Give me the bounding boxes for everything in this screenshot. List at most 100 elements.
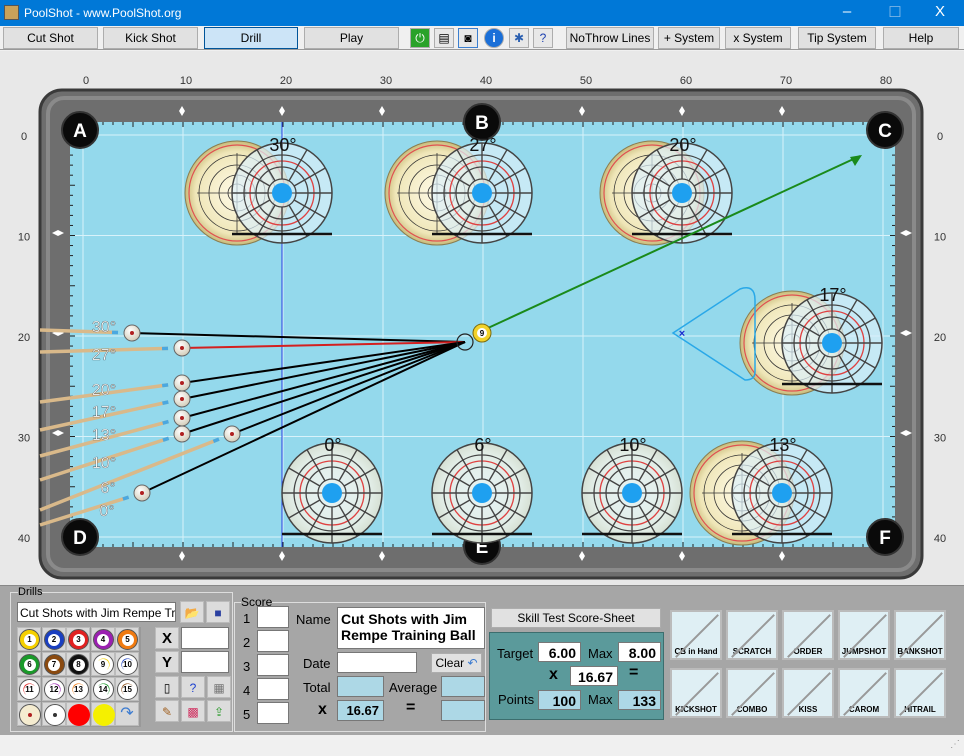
score-row-input[interactable] [257, 606, 289, 628]
ball-8[interactable]: 8 [68, 654, 89, 675]
score-row-input[interactable] [257, 678, 289, 700]
settings-icon[interactable]: ✱ [509, 28, 529, 48]
ball-7[interactable]: 7 [43, 654, 65, 675]
ball-cell[interactable]: 11 [17, 677, 41, 701]
ball-4[interactable]: 4 [92, 629, 114, 650]
redo-icon[interactable]: ↷ [116, 703, 138, 723]
nothrow-lines-button[interactable]: NoThrow Lines [566, 27, 654, 49]
foul-cb-in-hand-button[interactable]: CB in Hand [670, 610, 722, 660]
printer-icon[interactable]: ▤ [434, 28, 454, 48]
ball-1[interactable]: 1 [19, 629, 40, 650]
foul-kickshot-button[interactable]: KICKSHOT [670, 668, 722, 718]
ball-cell[interactable]: 6 [17, 652, 41, 676]
diagram-angle-label: 20° [669, 135, 696, 155]
foul-hitrail-button[interactable]: HITRAIL [894, 668, 946, 718]
foul-kiss-button[interactable]: KISS [782, 668, 834, 718]
ball-14[interactable]: 14 [92, 679, 114, 700]
foul-jumpshot-button[interactable]: JUMPSHOT [838, 610, 890, 660]
open-folder-icon[interactable]: 📂 [180, 601, 204, 623]
resize-grip-icon[interactable]: ⋰ [950, 739, 960, 750]
ball-5[interactable]: 5 [117, 629, 138, 650]
foul-bankshot-button[interactable]: BANKSHOT [894, 610, 946, 660]
ball-cell[interactable]: 1 [17, 627, 41, 651]
doc-help-icon[interactable]: ? [181, 676, 205, 698]
foul-label: CB in Hand [674, 647, 718, 656]
score-row-input[interactable] [257, 630, 289, 652]
cue-tip [122, 495, 130, 501]
maximize-button[interactable]: ☐ [880, 3, 910, 21]
ball-cell[interactable]: 2 [41, 627, 66, 651]
ball-cell[interactable]: 5 [115, 627, 139, 651]
power-icon[interactable]: ⏻ [410, 28, 430, 48]
ball-cell[interactable]: 10 [115, 652, 139, 676]
kick-shot-button[interactable]: Kick Shot [103, 27, 198, 49]
cut-shot-button[interactable]: Cut Shot [3, 27, 98, 49]
ball-cell[interactable]: 7 [41, 652, 66, 676]
ball-cell[interactable]: 14 [90, 677, 115, 701]
ball-9[interactable]: 9 [92, 654, 114, 675]
ball-11[interactable]: 11 [19, 679, 40, 700]
foul-order-button[interactable]: ORDER [782, 610, 834, 660]
clear-button[interactable]: Clear ↶ [431, 653, 482, 673]
cue-tip [162, 419, 169, 425]
ball-3[interactable]: 3 [68, 629, 89, 650]
color-grid-icon[interactable]: ▩ [181, 700, 205, 722]
camera-icon[interactable]: ◙ [458, 28, 478, 48]
ball-cell[interactable] [41, 702, 66, 726]
ball-cell[interactable] [17, 702, 41, 726]
ball-cell[interactable]: 8 [66, 652, 90, 676]
score-row-input[interactable] [257, 654, 289, 676]
ball-cell[interactable]: 15 [115, 677, 139, 701]
info-icon[interactable]: i [484, 28, 504, 48]
max-value[interactable]: 8.00 [618, 642, 661, 662]
ball-cell[interactable] [66, 702, 90, 726]
drill-button[interactable]: Drill [204, 27, 298, 49]
edit-notes-icon[interactable]: ✎ [155, 700, 179, 722]
foul-combo-button[interactable]: COMBO [726, 668, 778, 718]
help-button[interactable]: Help [883, 27, 959, 49]
ball-cell[interactable]: ↷ [115, 702, 139, 726]
save-icon[interactable]: ■ [206, 601, 230, 623]
target-value[interactable]: 6.00 [538, 642, 581, 662]
ball-number: 7 [48, 659, 60, 671]
table-list-icon[interactable]: ▦ [207, 676, 231, 698]
foul-carom-button[interactable]: CAROM [838, 668, 890, 718]
ball-10[interactable]: 10 [117, 654, 138, 675]
ball-15[interactable]: 15 [117, 679, 138, 700]
minimize-button[interactable]: – [832, 3, 862, 20]
yellow-marker-ball[interactable] [92, 704, 115, 726]
ball-2[interactable]: 2 [43, 629, 65, 650]
cue-ball-plain[interactable] [43, 704, 66, 726]
close-button[interactable]: X [925, 3, 955, 20]
ball-6[interactable]: 6 [19, 654, 40, 675]
pocket-c: C [866, 111, 904, 149]
ball-cell[interactable]: 12 [41, 677, 66, 701]
ball-cell[interactable]: 3 [66, 627, 90, 651]
y-input[interactable] [181, 651, 229, 673]
ball-cell[interactable]: 9 [90, 652, 115, 676]
ball-cell[interactable] [90, 702, 115, 726]
ball-cell[interactable]: 13 [66, 677, 90, 701]
pool-table[interactable]: 0 10 20 30 40 50 60 70 800 010 1020 2030 3040 40A B CD E… [0, 51, 964, 585]
export-icon[interactable]: ⇪ [207, 700, 231, 722]
ball-13[interactable]: 13 [68, 679, 89, 700]
help-doc-icon[interactable]: ? [533, 28, 553, 48]
x-system-button[interactable]: x System [725, 27, 791, 49]
play-button[interactable]: Play [304, 27, 399, 49]
ball-12[interactable]: 12 [43, 679, 65, 700]
score-row-input[interactable] [257, 702, 289, 724]
new-doc-icon[interactable]: ▯ [155, 676, 179, 698]
x-input[interactable] [181, 627, 229, 649]
red-marker-ball[interactable] [68, 704, 90, 726]
score-name-input[interactable]: Cut Shots with Jim Rempe Training Ball [337, 607, 485, 649]
date-input[interactable] [337, 652, 417, 673]
cue-ball-red-dot[interactable] [19, 704, 41, 726]
ball-cell[interactable]: 4 [90, 627, 115, 651]
skill-test-score-sheet-button[interactable]: Skill Test Score-Sheet [491, 608, 661, 628]
foul-scratch-button[interactable]: SCRATCH [726, 610, 778, 660]
drill-name-input[interactable]: Cut Shots with Jim Rempe Trainir [17, 602, 176, 622]
table-canvas[interactable]: 0 10 20 30 40 50 60 70 80 0 0 10 10 20 20 30 30 40 40 A B C D E… [0, 51, 964, 585]
aim-dot [472, 483, 492, 503]
tip-system-button[interactable]: Tip System [798, 27, 876, 49]
plus-system-button[interactable]: + System [658, 27, 720, 49]
